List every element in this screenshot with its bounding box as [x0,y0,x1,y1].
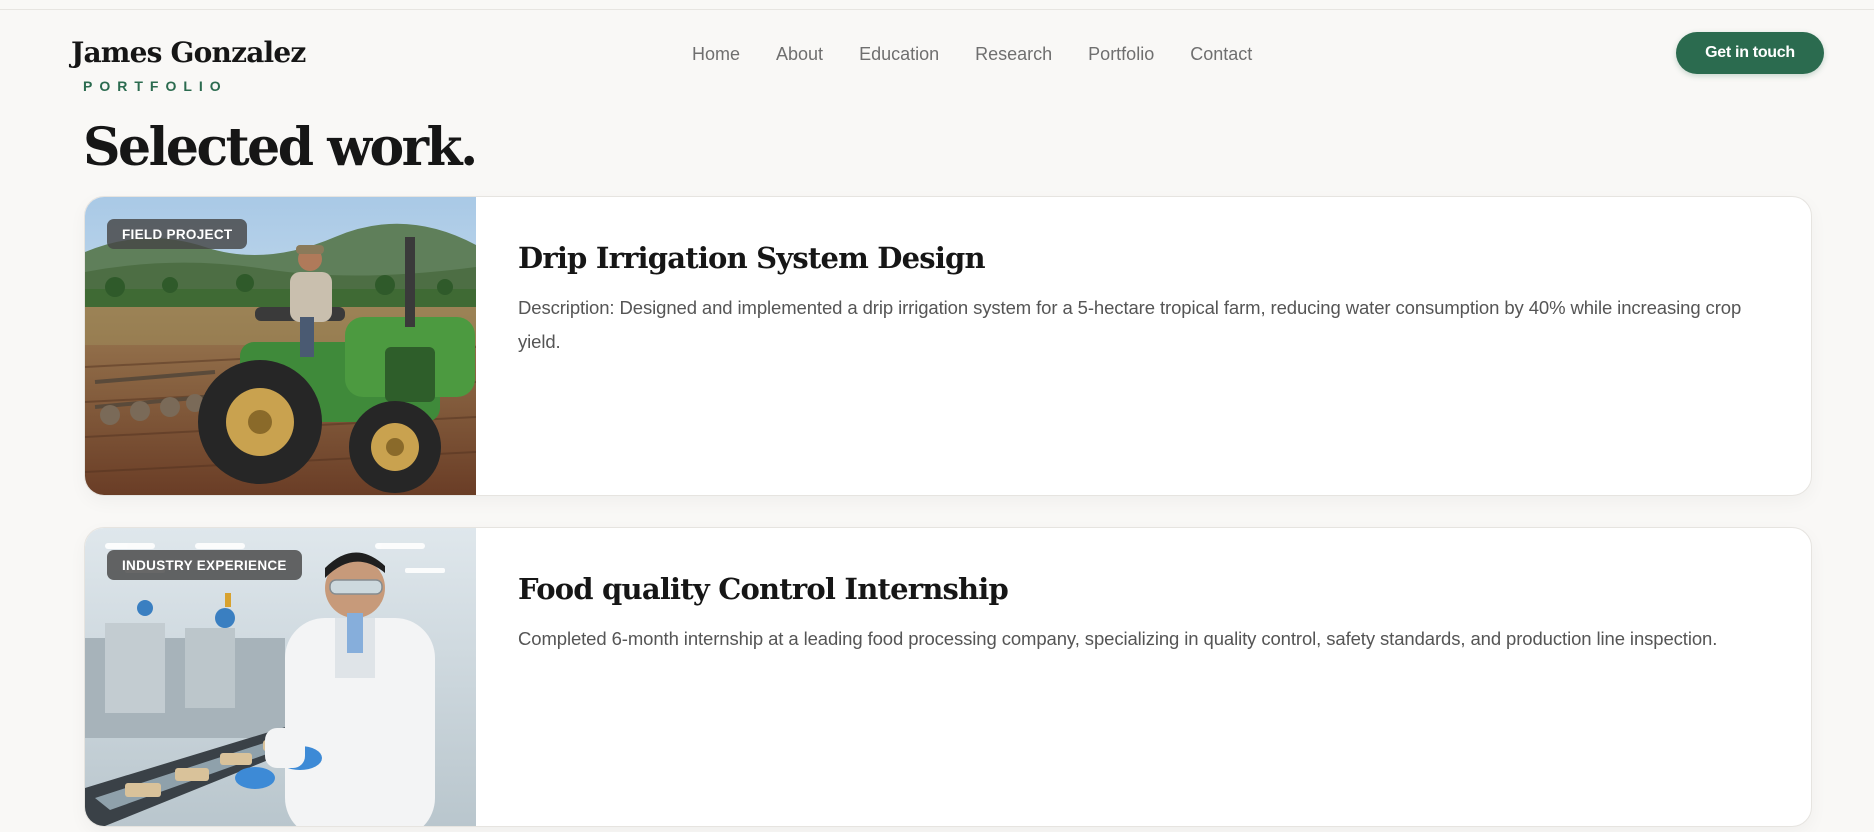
nav-about[interactable]: About [776,42,823,66]
get-in-touch-button[interactable]: Get in touch [1676,32,1824,74]
section-title: Selected work. [83,117,478,178]
project-image-lab: INDUSTRY EXPERIENCE [85,528,476,826]
project-card[interactable]: FIELD PROJECT Drip Irrigation System Des… [84,196,1812,496]
project-description: Description: Designed and implemented a … [518,297,1742,352]
card-body: Food quality Control Internship Complete… [518,568,1768,656]
brand[interactable]: James Gonzalez PORTFOLIO [71,34,306,94]
brand-subtitle: PORTFOLIO [83,78,228,94]
nav-research[interactable]: Research [975,42,1052,66]
category-badge: FIELD PROJECT [107,219,248,249]
nav-contact[interactable]: Contact [1190,42,1252,66]
card-body: Drip Irrigation System Design Descriptio… [518,237,1768,359]
project-description: Completed 6-month internship at a leadin… [518,628,1718,649]
category-badge: INDUSTRY EXPERIENCE [107,550,302,580]
project-image-tractor: FIELD PROJECT [85,197,476,495]
nav-education[interactable]: Education [859,42,939,66]
main-nav: Home About Education Research Portfolio … [692,42,1288,66]
project-title[interactable]: Drip Irrigation System Design [518,237,1768,279]
brand-name: James Gonzalez [71,36,306,69]
project-title[interactable]: Food quality Control Internship [518,568,1768,610]
top-divider [0,9,1874,10]
project-card[interactable]: INDUSTRY EXPERIENCE Food quality Control… [84,527,1812,827]
nav-portfolio[interactable]: Portfolio [1088,42,1154,66]
nav-home[interactable]: Home [692,42,740,66]
